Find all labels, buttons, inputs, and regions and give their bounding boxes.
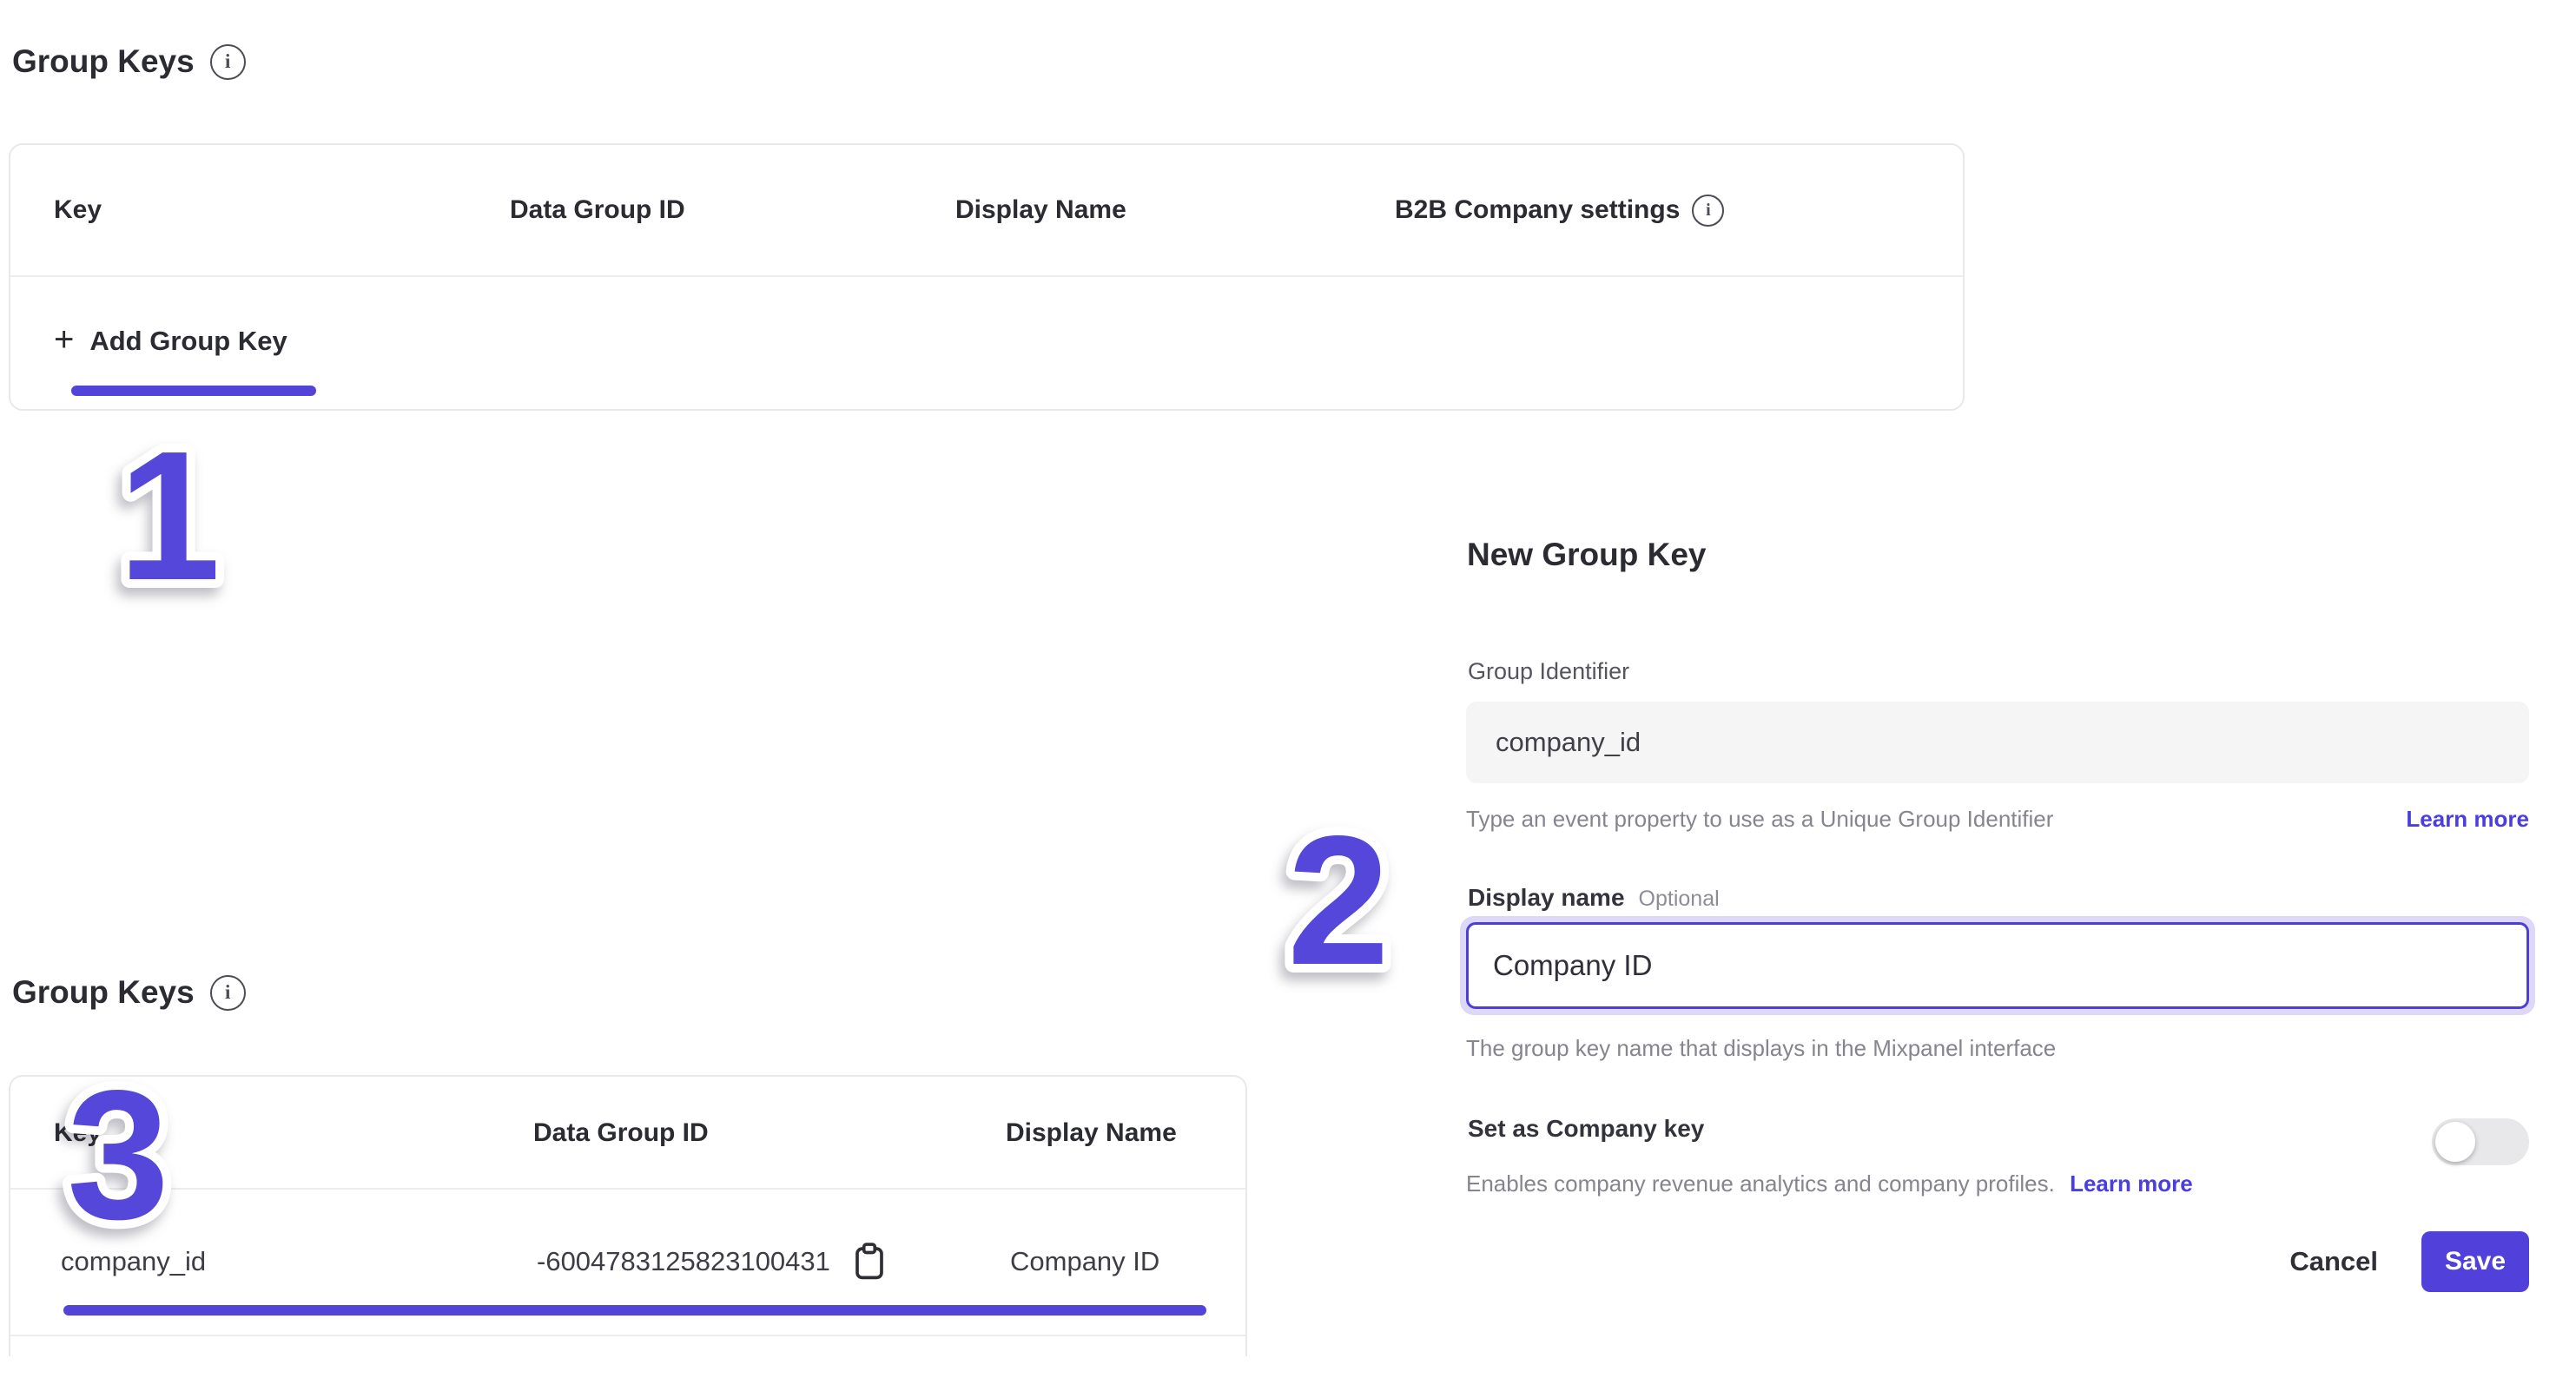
column-header-data-group-id: Data Group ID (510, 145, 685, 275)
table-row-divider (10, 1335, 1245, 1336)
display-name-input-focus-ring (1460, 916, 2535, 1015)
info-icon[interactable]: i (1692, 195, 1724, 227)
add-group-key-label: Add Group Key (89, 326, 287, 357)
column-header-display-name: Display Name (1006, 1077, 1177, 1190)
learn-more-link[interactable]: Learn more (2070, 1170, 2193, 1197)
panel-actions: Cancel Save (1466, 1231, 2529, 1292)
copy-icon[interactable] (851, 1240, 888, 1283)
toggle-knob (2435, 1122, 2475, 1162)
group-identifier-label: Group Identifier (1468, 658, 1629, 685)
svg-text:3: 3 (67, 1052, 169, 1257)
svg-text:1: 1 (118, 412, 221, 618)
company-key-toggle[interactable] (2432, 1118, 2529, 1165)
info-icon[interactable]: i (210, 44, 246, 80)
display-name-label-row: Display name Optional (1468, 884, 1720, 912)
save-button[interactable]: Save (2421, 1231, 2529, 1292)
highlight-underline-step1 (71, 386, 316, 396)
group-keys-title: Group Keys (12, 43, 195, 80)
new-group-key-title: New Group Key (1467, 537, 1707, 573)
column-header-data-group-id: Data Group ID (533, 1077, 709, 1190)
column-header-b2b-settings: B2B Company settings i (1395, 145, 1724, 275)
highlight-underline-step3 (63, 1305, 1206, 1316)
group-keys-tutorial-page: Group Keys i Key Data Group ID Display N… (0, 0, 2576, 1398)
company-key-label: Set as Company key (1468, 1115, 1704, 1143)
group-keys-heading-bottom: Group Keys i (12, 974, 246, 1011)
company-key-helper: Enables company revenue analytics and co… (1466, 1170, 2055, 1197)
step-3-badge: 3 (53, 1064, 183, 1237)
column-header-key: Key (54, 145, 102, 275)
display-name-helper: The group key name that displays in the … (1466, 1035, 2056, 1062)
display-name-optional: Optional (1639, 887, 1720, 912)
display-name-input[interactable] (1466, 922, 2529, 1009)
learn-more-link[interactable]: Learn more (2406, 806, 2529, 833)
group-identifier-helper: Type an event property to use as a Uniqu… (1466, 806, 2053, 833)
step-2-badge: 2 (1273, 809, 1404, 983)
column-header-display-name: Display Name (955, 145, 1126, 275)
cancel-button[interactable]: Cancel (2289, 1246, 2378, 1277)
step-1-badge: 1 (104, 425, 234, 598)
display-name-label: Display name (1468, 884, 1625, 912)
svg-text:2: 2 (1287, 797, 1390, 1003)
group-identifier-input[interactable] (1466, 702, 2529, 783)
group-keys-table: Key Data Group ID Display Name B2B Compa… (9, 143, 1965, 411)
group-keys-title: Group Keys (12, 974, 195, 1011)
table-header-divider (10, 275, 1963, 277)
company-key-helper-row: Enables company revenue analytics and co… (1466, 1170, 2193, 1197)
group-keys-heading-top: Group Keys i (12, 43, 246, 80)
info-icon[interactable]: i (210, 975, 246, 1011)
group-identifier-helper-row: Type an event property to use as a Uniqu… (1466, 806, 2529, 833)
